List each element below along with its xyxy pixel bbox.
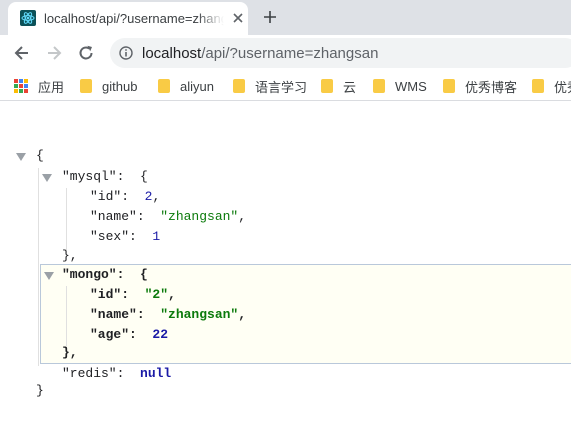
reload-icon[interactable] [76,43,96,63]
indent-guide [38,168,39,366]
bookmark-label: WMS [395,78,427,94]
json-field: "age": 22 [90,327,169,342]
bookmark-more[interactable]: 优秀 [532,78,571,95]
address-bar[interactable]: localhost/api/?username=zhangsan [110,38,571,68]
indent-guide [66,188,67,250]
json-field: "name": "zhangsan", [90,307,247,322]
json-close-brace: }, [62,345,78,360]
react-atom-icon [20,10,36,26]
active-tab[interactable]: localhost/api/?username=zhangsan [8,2,248,35]
tab-strip: localhost/api/?username=zhangsan [0,0,571,35]
bookmark-aliyun[interactable]: aliyun [158,78,214,94]
json-field: "id": "2", [90,287,176,302]
json-field: "id": 2, [90,189,161,204]
collapse-triangle-icon[interactable] [42,174,52,182]
folder-icon [158,79,170,93]
bookmark-github[interactable]: github [80,78,137,94]
collapse-triangle-icon[interactable] [16,153,26,161]
back-arrow-icon[interactable] [12,43,32,63]
folder-icon [532,79,544,93]
apps-grid-icon [14,79,28,93]
json-key-mysql[interactable]: "mysql": { [62,167,148,187]
bookmark-label: 优秀 [554,79,571,95]
tab-title: localhost/api/?username=zhangsan [44,11,224,26]
bookmarks-bar: 应用 github aliyun 语言学习 云 WMS 优秀博客 优秀 [0,71,571,101]
browser-toolbar: localhost/api/?username=zhangsan [0,35,571,71]
folder-icon [443,79,455,93]
bookmark-blogs[interactable]: 优秀博客 [443,78,518,95]
bookmark-label: 应用 [38,79,65,95]
folder-icon [80,79,92,93]
bookmark-apps[interactable]: 应用 [14,78,65,95]
url-host: localhost [142,45,202,62]
bookmark-cloud[interactable]: 云 [321,78,357,95]
info-icon[interactable] [119,46,133,60]
url-text[interactable]: localhost/api/?username=zhangsan [142,45,378,62]
indent-guide [66,286,67,346]
bookmark-language[interactable]: 语言学习 [233,78,308,95]
url-path: /api/?username=zhangsan [201,45,379,62]
json-field: "name": "zhangsan", [90,209,247,224]
json-close-brace: }, [62,248,78,263]
json-close-brace: } [36,383,44,398]
json-open-brace: { [36,148,44,163]
json-viewer: { "mysql": { "id": 2, "name": "zhangsan"… [0,101,571,424]
forward-arrow-icon[interactable] [44,43,64,63]
folder-icon [373,79,385,93]
json-field: "sex": 1 [90,229,161,244]
bookmark-label: 云 [343,79,357,95]
folder-icon [321,79,333,93]
json-key-redis: "redis": null [62,366,172,381]
folder-icon [233,79,245,93]
bookmark-label: github [102,78,138,94]
bookmark-label: 优秀博客 [465,79,518,95]
close-icon[interactable] [231,11,245,25]
bookmark-label: 语言学习 [255,79,308,95]
collapse-triangle-icon[interactable] [44,272,54,280]
bookmark-label: aliyun [180,78,214,94]
new-tab-plus-icon[interactable] [262,9,278,25]
bookmark-wms[interactable]: WMS [373,78,427,94]
json-key-mongo[interactable]: "mongo": { [62,265,148,285]
